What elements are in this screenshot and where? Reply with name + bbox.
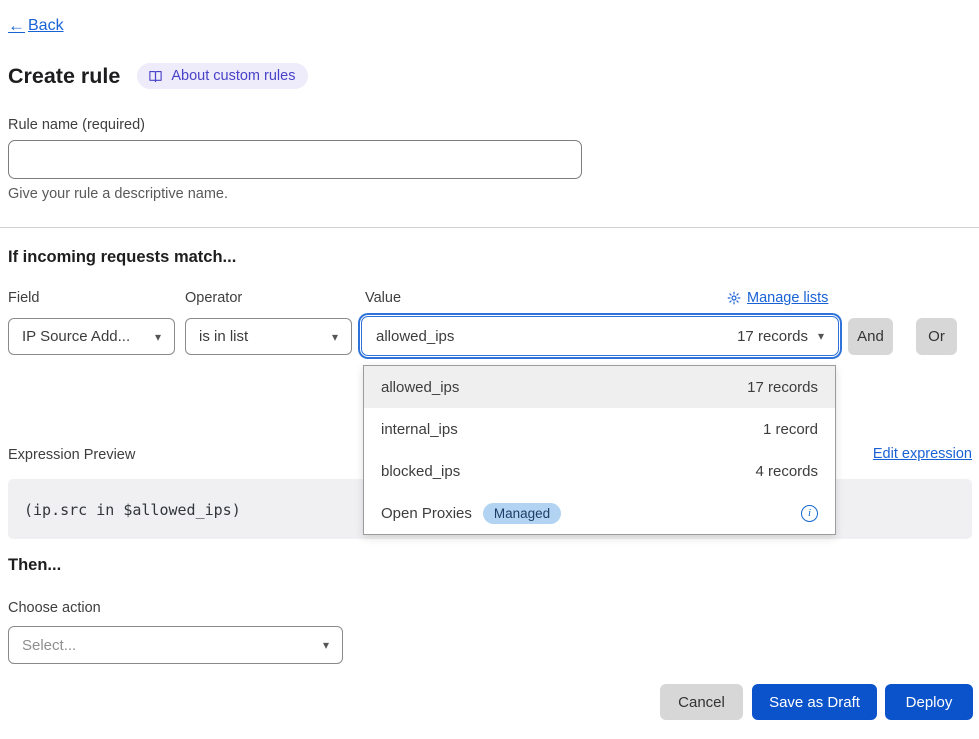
manage-lists-link[interactable]: Manage lists — [727, 290, 828, 306]
title-row: Create rule About custom rules — [8, 63, 308, 89]
value-select[interactable]: allowed_ips 17 records ▾ — [361, 316, 839, 356]
rule-name-label: Rule name (required) — [8, 117, 145, 133]
managed-badge: Managed — [483, 503, 561, 524]
match-section-heading: If incoming requests match... — [8, 248, 236, 267]
chevron-down-icon: ▾ — [818, 329, 824, 343]
cancel-button[interactable]: Cancel — [660, 684, 743, 720]
choose-action-label: Choose action — [8, 600, 101, 616]
chevron-down-icon: ▾ — [155, 330, 161, 344]
page-title: Create rule — [8, 64, 120, 89]
list-option-blocked-ips[interactable]: blocked_ips 4 records — [364, 450, 835, 492]
list-option-meta: 17 records — [747, 379, 818, 396]
about-badge-label: About custom rules — [171, 68, 295, 84]
operator-select-value: is in list — [199, 328, 248, 345]
list-option-name: allowed_ips — [381, 379, 459, 396]
section-divider — [0, 227, 979, 228]
manage-lists-label: Manage lists — [747, 290, 828, 306]
or-button[interactable]: Or — [916, 318, 957, 355]
edit-expression-link[interactable]: Edit expression — [873, 446, 972, 462]
chevron-down-icon: ▾ — [332, 330, 338, 344]
back-link-label: Back — [28, 17, 64, 35]
about-custom-rules-badge[interactable]: About custom rules — [137, 63, 308, 89]
list-option-name: blocked_ips — [381, 463, 460, 480]
chevron-down-icon: ▾ — [323, 638, 329, 652]
action-select-placeholder: Select... — [22, 637, 76, 654]
create-rule-page: ←Back Create rule About custom rules Rul… — [0, 0, 979, 739]
then-section-heading: Then... — [8, 556, 61, 575]
back-arrow-icon: ← — [8, 16, 25, 36]
field-label: Field — [8, 290, 39, 306]
list-option-meta: 1 record — [763, 421, 818, 438]
operator-label: Operator — [185, 290, 242, 306]
rule-name-input[interactable] — [8, 140, 582, 179]
value-label: Value — [365, 290, 401, 306]
expression-preview-label: Expression Preview — [8, 447, 135, 463]
list-option-allowed-ips[interactable]: allowed_ips 17 records — [364, 366, 835, 408]
save-as-draft-button[interactable]: Save as Draft — [752, 684, 877, 720]
list-option-name: internal_ips — [381, 421, 458, 438]
operator-select[interactable]: is in list ▾ — [185, 318, 352, 355]
value-select-meta: 17 records — [737, 328, 808, 345]
and-button[interactable]: And — [848, 318, 893, 355]
book-icon — [148, 70, 163, 83]
list-option-meta: 4 records — [755, 463, 818, 480]
expression-code: (ip.src in $allowed_ips) — [24, 501, 241, 519]
gear-icon — [727, 291, 741, 305]
list-option-internal-ips[interactable]: internal_ips 1 record — [364, 408, 835, 450]
list-option-name: Open Proxies — [381, 505, 472, 522]
field-select[interactable]: IP Source Add... ▾ — [8, 318, 175, 355]
rule-name-helper: Give your rule a descriptive name. — [8, 186, 228, 202]
value-dropdown-menu: allowed_ips 17 records internal_ips 1 re… — [363, 365, 836, 535]
action-select[interactable]: Select... ▾ — [8, 626, 343, 664]
info-icon[interactable]: i — [801, 505, 818, 522]
field-select-value: IP Source Add... — [22, 328, 130, 345]
deploy-button[interactable]: Deploy — [885, 684, 973, 720]
list-option-open-proxies[interactable]: Open Proxies Managed i — [364, 492, 835, 534]
value-select-value: allowed_ips — [376, 328, 454, 345]
back-link[interactable]: ←Back — [8, 16, 64, 36]
